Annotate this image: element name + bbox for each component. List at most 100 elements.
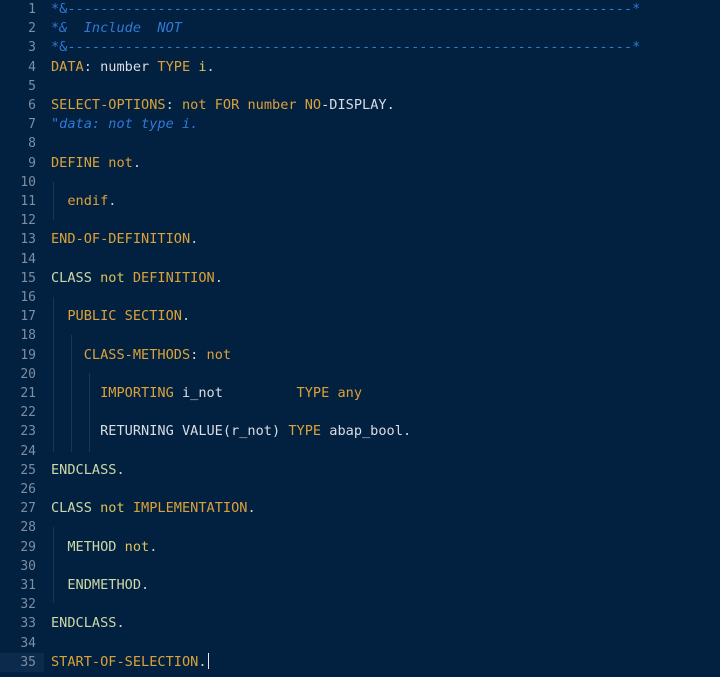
- code-line[interactable]: 9 DEFINE not.: [0, 154, 720, 173]
- code-token: not: [181, 97, 215, 113]
- code-text[interactable]: PUBLIC SECTION.: [51, 307, 190, 326]
- comment-token: *& Include NOT: [51, 20, 182, 37]
- code-token: .: [116, 615, 125, 632]
- code-line[interactable]: 1 *&-------------------------------------…: [0, 0, 720, 19]
- code-line[interactable]: 31 ENDMETHOD.: [0, 576, 720, 595]
- code-text[interactable]: END-OF-DEFINITION.: [51, 230, 198, 249]
- code-token: .: [247, 500, 256, 517]
- code-line[interactable]: 29 METHOD not.: [0, 538, 720, 557]
- code-line[interactable]: 10: [0, 173, 720, 192]
- code-token: RETURNING VALUE(r_not): [51, 423, 289, 440]
- code-text[interactable]: CLASS not DEFINITION.: [51, 269, 223, 288]
- code-line[interactable]: 3 *&-------------------------------------…: [0, 38, 720, 57]
- code-token: not: [206, 346, 232, 363]
- line-number: 4: [28, 59, 36, 75]
- indent-guide: [71, 335, 72, 452]
- code-token: CLASS: [51, 500, 101, 517]
- code-token: .: [132, 154, 142, 171]
- code-line[interactable]: 34: [0, 634, 720, 653]
- code-text[interactable]: *&--------------------------------------…: [51, 38, 640, 57]
- code-token: i: [198, 58, 207, 75]
- code-token: IMPLEMENTATION: [132, 500, 248, 517]
- code-line[interactable]: 28: [0, 518, 720, 537]
- code-line[interactable]: 17 PUBLIC SECTION.: [0, 307, 720, 326]
- line-number: 26: [20, 482, 36, 497]
- code-token: ENDCLASS: [51, 615, 117, 632]
- code-line[interactable]: 32: [0, 595, 720, 614]
- line-number: 33: [20, 616, 36, 632]
- code-token: -DISPLAY.: [321, 97, 395, 113]
- line-number: 35: [20, 654, 36, 670]
- line-number: 13: [20, 232, 36, 248]
- code-text[interactable]: SELECT-OPTIONS: not FOR number NO-DISPLA…: [51, 96, 395, 115]
- code-token: ENDCLASS: [51, 461, 117, 478]
- code-line[interactable]: 35 START-OF-SELECTION.: [0, 652, 720, 672]
- code-token: CLASS: [51, 269, 101, 286]
- code-text[interactable]: *& Include NOT: [51, 19, 182, 38]
- line-number: 14: [20, 251, 36, 267]
- code-token: DEFINE: [51, 154, 109, 171]
- line-number: 24: [20, 443, 36, 459]
- code-text[interactable]: IMPORTING i_not TYPE any: [51, 384, 362, 403]
- code-line[interactable]: 2 *& Include NOT: [0, 19, 720, 38]
- code-text[interactable]: CLASS-METHODS: not: [51, 346, 231, 365]
- code-line[interactable]: 6 SELECT-OPTIONS: not FOR number NO-DISPL…: [0, 96, 720, 115]
- code-line[interactable]: 12: [0, 211, 720, 230]
- line-number: 1: [28, 2, 36, 17]
- code-text[interactable]: START-OF-SELECTION.: [51, 652, 210, 672]
- comment-token: *&--------------------------------------…: [51, 39, 641, 56]
- code-line[interactable]: 13 END-OF-DEFINITION.: [0, 230, 720, 249]
- code-line[interactable]: 27 CLASS not IMPLEMENTATION.: [0, 499, 720, 518]
- line-number: 2: [28, 21, 36, 37]
- code-line[interactable]: 18: [0, 326, 720, 345]
- code-line[interactable]: 20: [0, 365, 720, 384]
- code-text[interactable]: *&--------------------------------------…: [51, 0, 640, 19]
- code-line[interactable]: 22: [0, 403, 720, 422]
- code-line[interactable]: 21 IMPORTING i_not TYPE any: [0, 384, 720, 403]
- line-number: 6: [28, 98, 36, 113]
- code-line[interactable]: 8: [0, 134, 720, 153]
- code-line[interactable]: 14: [0, 250, 720, 269]
- code-line[interactable]: 23 RETURNING VALUE(r_not) TYPE abap_bool…: [0, 422, 720, 441]
- code-line[interactable]: 24: [0, 442, 720, 461]
- code-text[interactable]: RETURNING VALUE(r_not) TYPE abap_bool.: [51, 422, 411, 441]
- indent-guide: [53, 297, 54, 452]
- code-text[interactable]: CLASS not IMPLEMENTATION.: [51, 499, 256, 518]
- code-token: ENDMETHOD: [51, 577, 142, 593]
- code-line[interactable]: 11 endif.: [0, 192, 720, 211]
- code-text[interactable]: ENDMETHOD.: [51, 576, 149, 595]
- code-line[interactable]: 30: [0, 557, 720, 576]
- line-number: 16: [20, 290, 36, 305]
- code-text[interactable]: METHOD not.: [51, 538, 157, 557]
- code-line[interactable]: 5: [0, 77, 720, 96]
- code-token: SELECT-OPTIONS: [51, 97, 166, 113]
- code-line[interactable]: 19 CLASS-METHODS: not: [0, 346, 720, 365]
- code-line[interactable]: 16: [0, 288, 720, 307]
- code-token: NO: [304, 97, 322, 113]
- line-number: 34: [20, 635, 36, 651]
- code-token: not: [100, 500, 133, 517]
- code-token: abap_bool: [329, 423, 403, 440]
- code-text[interactable]: ENDCLASS.: [51, 614, 125, 633]
- code-token: :: [165, 97, 182, 113]
- code-editor[interactable]: 1 *&-------------------------------------…: [0, 0, 720, 677]
- code-line[interactable]: 15 CLASS not DEFINITION.: [0, 269, 720, 288]
- code-text[interactable]: "data: not type i.: [51, 115, 198, 134]
- code-line[interactable]: 4 DATA: number TYPE i.: [0, 58, 720, 77]
- code-token: .: [206, 58, 215, 75]
- code-line[interactable]: 33 ENDCLASS.: [0, 614, 720, 633]
- text-cursor: [207, 652, 210, 669]
- code-line[interactable]: 7 "data: not type i.: [0, 115, 720, 134]
- code-token: TYPE: [296, 385, 338, 401]
- code-text[interactable]: DEFINE not.: [51, 154, 141, 173]
- code-text[interactable]: DATA: number TYPE i.: [51, 58, 215, 77]
- code-line[interactable]: 25 ENDCLASS.: [0, 461, 720, 480]
- indent-guide: [89, 373, 90, 452]
- code-token: number: [247, 97, 305, 113]
- line-number: 3: [28, 40, 36, 56]
- code-token: .: [116, 461, 125, 478]
- code-text[interactable]: ENDCLASS.: [51, 461, 125, 480]
- code-text[interactable]: endif.: [51, 192, 116, 211]
- code-token: METHOD: [51, 538, 125, 555]
- code-line[interactable]: 26: [0, 480, 720, 499]
